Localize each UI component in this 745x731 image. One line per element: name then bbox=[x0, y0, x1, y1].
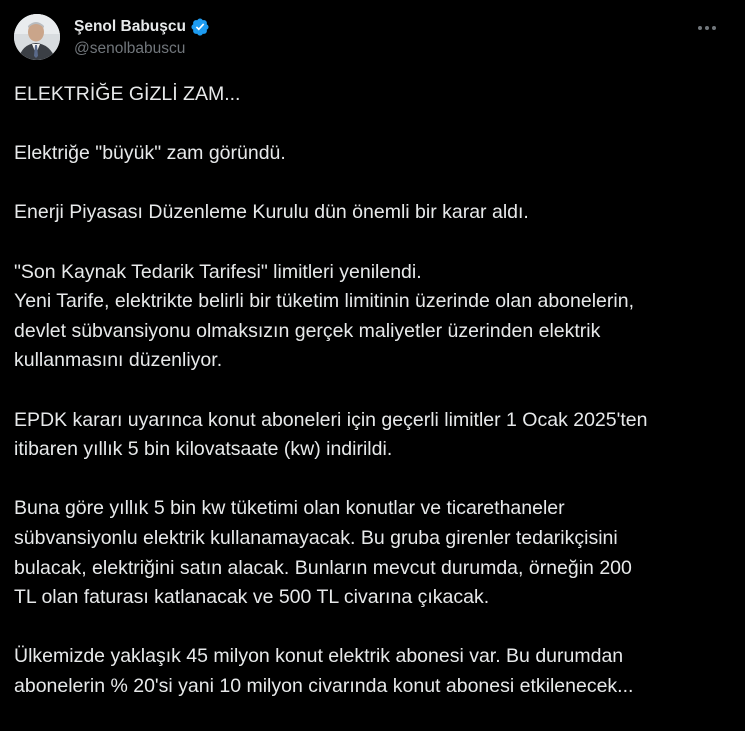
text-line: Buna göre yıllık 5 bin kw tüketimi olan … bbox=[14, 497, 565, 520]
avatar[interactable] bbox=[14, 14, 60, 60]
paragraph: Enerji Piyasası Düzenleme Kurulu dün öne… bbox=[14, 198, 729, 228]
text-line: bulacak, elektriğini satın alacak. Bunla… bbox=[14, 556, 632, 579]
display-name-row: Şenol Babuşcu bbox=[74, 16, 210, 38]
text-line: sübvansiyonlu elektrik kullanamayacak. B… bbox=[14, 526, 618, 549]
text-line: "Son Kaynak Tedarik Tarifesi" limitleri … bbox=[14, 260, 422, 283]
paragraph: ELEKTRİĞE GİZLİ ZAM... bbox=[14, 80, 729, 110]
paragraph: Buna göre yıllık 5 bin kw tüketimi olan … bbox=[14, 494, 729, 612]
text-line: ELEKTRİĞE GİZLİ ZAM... bbox=[14, 83, 241, 105]
paragraph: Ülkemizde yaklaşık 45 milyon konut elekt… bbox=[14, 642, 729, 701]
avatar-photo-icon bbox=[14, 14, 60, 60]
text-line: Ülkemizde yaklaşık 45 milyon konut elekt… bbox=[14, 645, 624, 668]
paragraph: EPDK kararı uyarınca konut aboneleri içi… bbox=[14, 406, 729, 465]
dot-icon bbox=[705, 26, 709, 30]
text-line: devlet sübvansiyonu olmaksızın gerçek ma… bbox=[14, 319, 601, 342]
text-line: EPDK kararı uyarınca konut aboneleri içi… bbox=[14, 408, 648, 431]
text-line: itibaren yıllık 5 bin kilovatsaate (kw) … bbox=[14, 438, 393, 461]
tweet: Şenol Babuşcu @senolbabuscu ELEKTRİĞE Gİ… bbox=[0, 0, 745, 722]
text-line: kullanmasını düzenliyor. bbox=[14, 349, 223, 372]
verified-badge-icon[interactable] bbox=[190, 17, 210, 37]
text-line: Yeni Tarife, elektrikte belirli bir tüke… bbox=[14, 290, 634, 313]
paragraph: "Son Kaynak Tedarik Tarifesi" limitleri … bbox=[14, 258, 729, 376]
text-line: Enerji Piyasası Düzenleme Kurulu dün öne… bbox=[14, 201, 529, 224]
author-display-name[interactable]: Şenol Babuşcu bbox=[74, 18, 186, 36]
dot-icon bbox=[698, 26, 702, 30]
dot-icon bbox=[712, 26, 716, 30]
text-line: TL olan faturası katlanacak ve 500 TL ci… bbox=[14, 586, 490, 609]
author-handle[interactable]: @senolbabuscu bbox=[74, 40, 210, 58]
more-options-icon[interactable] bbox=[693, 16, 721, 40]
tweet-text: ELEKTRİĞE GİZLİ ZAM... Elektriğe "büyük"… bbox=[14, 80, 729, 731]
author-names: Şenol Babuşcu @senolbabuscu bbox=[74, 16, 210, 58]
paragraph: Elektriğe "büyük" zam göründü. bbox=[14, 139, 729, 169]
text-line: abonelerin % 20'si yani 10 milyon civarı… bbox=[14, 674, 634, 697]
tweet-header: Şenol Babuşcu @senolbabuscu bbox=[14, 14, 731, 62]
text-line: Elektriğe "büyük" zam göründü. bbox=[14, 142, 286, 165]
